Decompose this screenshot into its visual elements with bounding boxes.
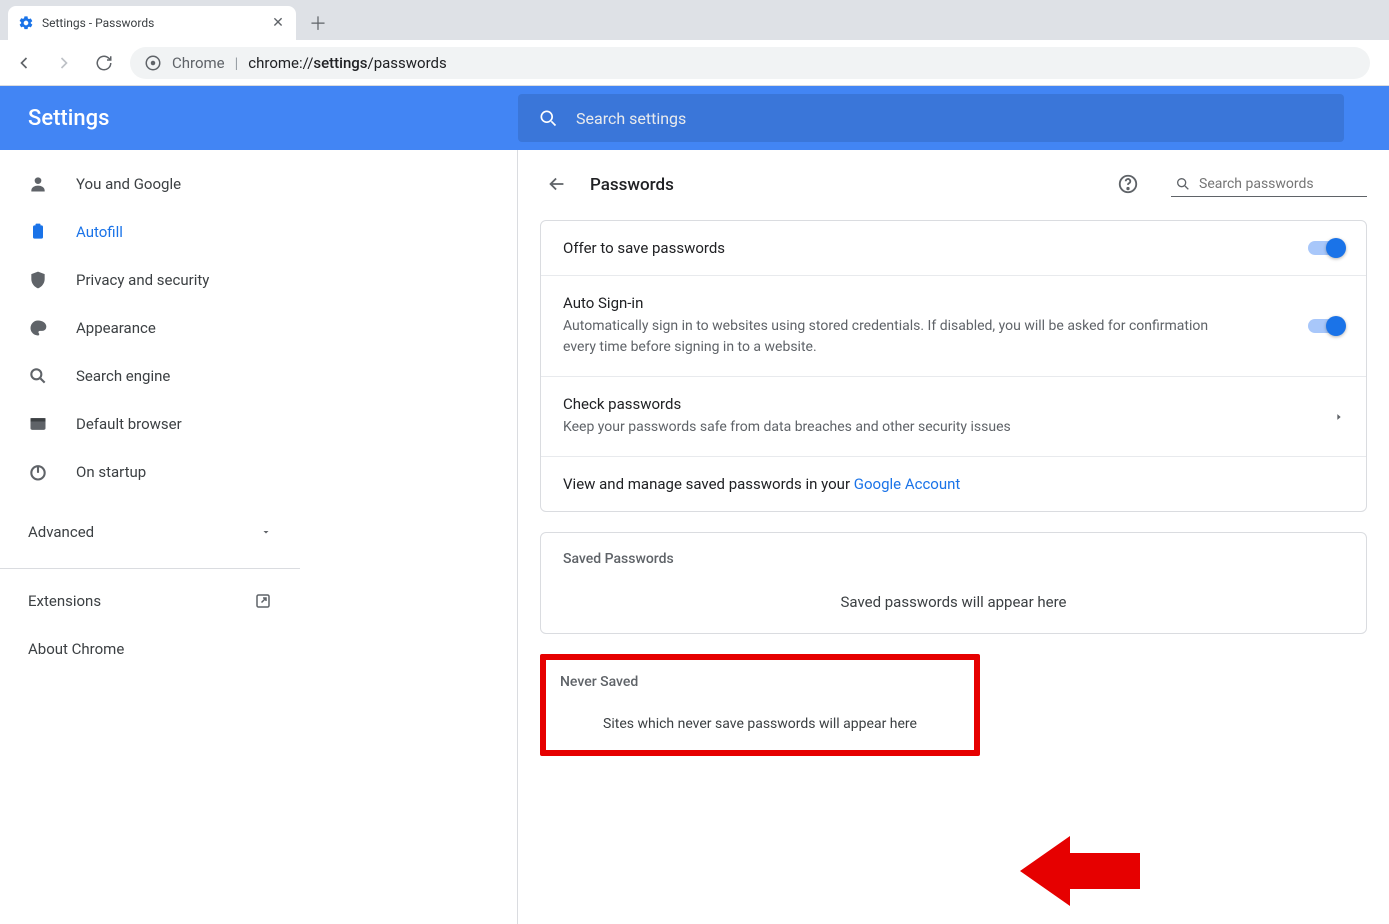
offer-save-toggle[interactable] (1308, 241, 1344, 255)
page-header: Passwords (540, 150, 1367, 220)
sidebar: You and Google Autofill Privacy and secu… (0, 150, 518, 924)
auto-signin-toggle[interactable] (1308, 319, 1344, 333)
address-bar[interactable]: Chrome | chrome://settings/passwords (130, 47, 1370, 79)
about-label: About Chrome (28, 640, 124, 658)
sidebar-item-label: You and Google (76, 175, 181, 193)
reload-button[interactable] (90, 49, 118, 77)
sidebar-item-appearance[interactable]: Appearance (0, 304, 517, 352)
person-icon (28, 174, 48, 194)
sidebar-about[interactable]: About Chrome (0, 625, 300, 673)
omnibox-scheme: Chrome (172, 54, 225, 72)
never-saved-card: Never Saved Sites which never save passw… (540, 654, 980, 756)
omnibox-separator: | (235, 54, 239, 72)
tab-strip: Settings - Passwords ✕ ＋ (0, 0, 1389, 40)
search-icon (1175, 176, 1191, 192)
extensions-label: Extensions (28, 592, 101, 610)
omnibox-url: chrome://settings/passwords (248, 54, 446, 72)
new-tab-button[interactable]: ＋ (304, 9, 332, 37)
sidebar-extensions[interactable]: Extensions (0, 577, 300, 625)
sidebar-item-on-startup[interactable]: On startup (0, 448, 517, 496)
sidebar-item-label: On startup (76, 463, 146, 481)
chevron-down-icon (260, 526, 272, 538)
close-tab-icon[interactable]: ✕ (270, 15, 286, 31)
back-button[interactable] (10, 49, 38, 77)
sidebar-item-default-browser[interactable]: Default browser (0, 400, 517, 448)
advanced-label: Advanced (28, 523, 94, 541)
search-icon (538, 108, 558, 128)
site-info-icon[interactable] (144, 54, 162, 72)
saved-passwords-title: Saved Passwords (541, 533, 1366, 567)
shield-icon (28, 270, 48, 290)
manage-passwords-row: View and manage saved passwords in your … (541, 456, 1366, 511)
sidebar-item-privacy[interactable]: Privacy and security (0, 256, 517, 304)
saved-passwords-card: Saved Passwords Saved passwords will app… (540, 532, 1367, 634)
tab-title: Settings - Passwords (42, 16, 262, 30)
sidebar-item-search-engine[interactable]: Search engine (0, 352, 517, 400)
search-icon (28, 366, 48, 386)
google-account-link[interactable]: Google Account (854, 475, 961, 493)
browser-tab[interactable]: Settings - Passwords ✕ (8, 6, 296, 40)
never-saved-empty: Sites which never save passwords will ap… (546, 690, 974, 750)
auto-signin-row: Auto Sign-in Automatically sign in to we… (541, 275, 1366, 376)
sidebar-divider (0, 568, 300, 569)
sidebar-item-label: Privacy and security (76, 271, 209, 289)
sidebar-item-autofill[interactable]: Autofill (0, 208, 517, 256)
page-back-button[interactable] (546, 173, 570, 197)
gear-icon (18, 15, 34, 31)
check-passwords-row[interactable]: Check passwords Keep your passwords safe… (541, 376, 1366, 456)
sidebar-item-you-and-google[interactable]: You and Google (0, 160, 517, 208)
sidebar-item-label: Appearance (76, 319, 156, 337)
page-title: Passwords (590, 175, 1097, 195)
open-external-icon (254, 592, 272, 610)
search-passwords[interactable] (1171, 174, 1367, 197)
clipboard-icon (28, 222, 48, 242)
main-content: Passwords Offer to save passwords Auto S… (518, 150, 1389, 924)
sidebar-item-label: Autofill (76, 223, 123, 241)
browser-toolbar: Chrome | chrome://settings/passwords (0, 40, 1389, 86)
search-placeholder: Search settings (576, 109, 686, 128)
palette-icon (28, 318, 48, 338)
passwords-card: Offer to save passwords Auto Sign-in Aut… (540, 220, 1367, 512)
browser-icon (28, 414, 48, 434)
settings-header: Settings Search settings (0, 86, 1389, 150)
auto-signin-desc: Automatically sign in to websites using … (563, 316, 1243, 358)
auto-signin-label: Auto Sign-in (563, 294, 1308, 312)
power-icon (28, 462, 48, 482)
help-icon[interactable] (1117, 173, 1141, 197)
offer-save-label: Offer to save passwords (563, 239, 1308, 257)
sidebar-item-label: Search engine (76, 367, 170, 385)
saved-passwords-empty: Saved passwords will appear here (541, 567, 1366, 633)
sidebar-item-label: Default browser (76, 415, 182, 433)
check-passwords-label: Check passwords (563, 395, 1334, 413)
settings-title: Settings (28, 106, 518, 131)
chevron-right-icon (1334, 412, 1344, 422)
never-saved-title: Never Saved (546, 660, 974, 690)
search-settings[interactable]: Search settings (518, 94, 1344, 142)
sidebar-advanced[interactable]: Advanced (0, 508, 300, 556)
search-passwords-input[interactable] (1199, 176, 1359, 192)
forward-button[interactable] (50, 49, 78, 77)
annotation-arrow (1020, 831, 1140, 911)
check-passwords-desc: Keep your passwords safe from data breac… (563, 417, 1243, 438)
offer-save-row: Offer to save passwords (541, 221, 1366, 275)
